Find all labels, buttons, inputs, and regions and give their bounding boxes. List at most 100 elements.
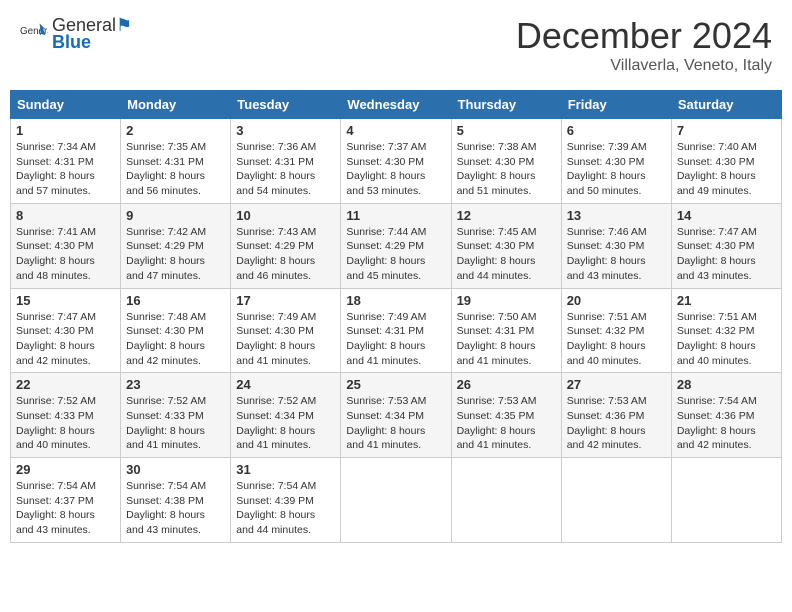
day-detail: Sunrise: 7:54 AMSunset: 4:37 PMDaylight:… <box>16 479 115 538</box>
column-header-sunday: Sunday <box>11 91 121 119</box>
calendar-week-row: 15 Sunrise: 7:47 AMSunset: 4:30 PMDayligh… <box>11 288 782 373</box>
day-number: 3 <box>236 123 335 138</box>
day-detail: Sunrise: 7:40 AMSunset: 4:30 PMDaylight:… <box>677 140 776 199</box>
calendar-day-cell: 30Sunrise: 7:54 AMSunset: 4:38 PMDayligh… <box>121 458 231 543</box>
page-header: General General ⚑ Blue December 2024 Vil… <box>10 10 782 80</box>
day-detail: Sunrise: 7:53 AMSunset: 4:35 PMDaylight:… <box>457 394 556 453</box>
day-number: 24 <box>236 377 335 392</box>
day-number: 5 <box>457 123 556 138</box>
calendar-day-cell: 17Sunrise: 7:49 AMSunset: 4:30 PMDayligh… <box>231 288 341 373</box>
column-header-friday: Friday <box>561 91 671 119</box>
day-number: 27 <box>567 377 666 392</box>
calendar-day-cell: 26Sunrise: 7:53 AMSunset: 4:35 PMDayligh… <box>451 373 561 458</box>
day-number: 28 <box>677 377 776 392</box>
calendar-day-cell: 31 Sunrise: 7:54 AMSunset: 4:39 PMDayligh… <box>231 458 341 543</box>
calendar-day-cell: 29 Sunrise: 7:54 AMSunset: 4:37 PMDayligh… <box>11 458 121 543</box>
column-header-monday: Monday <box>121 91 231 119</box>
day-number: 7 <box>677 123 776 138</box>
day-detail: Sunrise: 7:41 AMSunset: 4:30 PMDaylight:… <box>16 225 115 284</box>
day-detail: Sunrise: 7:46 AMSunset: 4:30 PMDaylight:… <box>567 225 666 284</box>
day-number: 31 <box>236 462 335 477</box>
day-detail: Sunrise: 7:51 AMSunset: 4:32 PMDaylight:… <box>567 310 666 369</box>
calendar-day-cell: 1 Sunrise: 7:34 AMSunset: 4:31 PMDaylight… <box>11 119 121 204</box>
calendar-day-cell: 21 Sunrise: 7:51 AMSunset: 4:32 PMDayligh… <box>671 288 781 373</box>
calendar-day-cell: 28 Sunrise: 7:54 AMSunset: 4:36 PMDayligh… <box>671 373 781 458</box>
calendar-day-cell <box>671 458 781 543</box>
day-number: 15 <box>16 293 115 308</box>
day-number: 14 <box>677 208 776 223</box>
calendar-week-row: 1 Sunrise: 7:34 AMSunset: 4:31 PMDaylight… <box>11 119 782 204</box>
day-number: 9 <box>126 208 225 223</box>
day-detail: Sunrise: 7:39 AMSunset: 4:30 PMDaylight:… <box>567 140 666 199</box>
day-detail: Sunrise: 7:51 AMSunset: 4:32 PMDaylight:… <box>677 310 776 369</box>
day-number: 29 <box>16 462 115 477</box>
calendar-day-cell: 18 Sunrise: 7:49 AMSunset: 4:31 PMDayligh… <box>341 288 451 373</box>
calendar-week-row: 8 Sunrise: 7:41 AMSunset: 4:30 PMDaylight… <box>11 203 782 288</box>
logo-flag-icon: ⚑ <box>116 15 132 36</box>
location-title: Villaverla, Veneto, Italy <box>516 57 772 75</box>
calendar-day-cell: 4Sunrise: 7:37 AMSunset: 4:30 PMDaylight… <box>341 119 451 204</box>
day-detail: Sunrise: 7:49 AMSunset: 4:31 PMDaylight:… <box>346 310 445 369</box>
day-number: 16 <box>126 293 225 308</box>
day-number: 19 <box>457 293 556 308</box>
column-header-tuesday: Tuesday <box>231 91 341 119</box>
day-detail: Sunrise: 7:34 AMSunset: 4:31 PMDaylight:… <box>16 140 115 199</box>
calendar-day-cell: 15 Sunrise: 7:47 AMSunset: 4:30 PMDayligh… <box>11 288 121 373</box>
calendar-day-cell: 2 Sunrise: 7:35 AMSunset: 4:31 PMDaylight… <box>121 119 231 204</box>
day-detail: Sunrise: 7:47 AMSunset: 4:30 PMDaylight:… <box>16 310 115 369</box>
calendar-header-row: SundayMondayTuesdayWednesdayThursdayFrid… <box>11 91 782 119</box>
day-detail: Sunrise: 7:37 AMSunset: 4:30 PMDaylight:… <box>346 140 445 199</box>
day-number: 22 <box>16 377 115 392</box>
day-number: 10 <box>236 208 335 223</box>
column-header-saturday: Saturday <box>671 91 781 119</box>
day-number: 8 <box>16 208 115 223</box>
calendar-day-cell: 22Sunrise: 7:52 AMSunset: 4:33 PMDayligh… <box>11 373 121 458</box>
day-detail: Sunrise: 7:48 AMSunset: 4:30 PMDaylight:… <box>126 310 225 369</box>
day-number: 23 <box>126 377 225 392</box>
day-detail: Sunrise: 7:54 AMSunset: 4:38 PMDaylight:… <box>126 479 225 538</box>
calendar-day-cell: 6 Sunrise: 7:39 AMSunset: 4:30 PMDaylight… <box>561 119 671 204</box>
day-number: 6 <box>567 123 666 138</box>
calendar-day-cell: 23 Sunrise: 7:52 AMSunset: 4:33 PMDayligh… <box>121 373 231 458</box>
day-detail: Sunrise: 7:54 AMSunset: 4:36 PMDaylight:… <box>677 394 776 453</box>
day-number: 18 <box>346 293 445 308</box>
calendar-day-cell: 27 Sunrise: 7:53 AMSunset: 4:36 PMDayligh… <box>561 373 671 458</box>
day-number: 13 <box>567 208 666 223</box>
calendar-day-cell: 11Sunrise: 7:44 AMSunset: 4:29 PMDayligh… <box>341 203 451 288</box>
calendar-day-cell: 3Sunrise: 7:36 AMSunset: 4:31 PMDaylight… <box>231 119 341 204</box>
day-detail: Sunrise: 7:43 AMSunset: 4:29 PMDaylight:… <box>236 225 335 284</box>
logo-icon: General <box>20 20 48 48</box>
day-number: 25 <box>346 377 445 392</box>
calendar-day-cell: 14Sunrise: 7:47 AMSunset: 4:30 PMDayligh… <box>671 203 781 288</box>
day-detail: Sunrise: 7:42 AMSunset: 4:29 PMDaylight:… <box>126 225 225 284</box>
day-number: 1 <box>16 123 115 138</box>
day-detail: Sunrise: 7:54 AMSunset: 4:39 PMDaylight:… <box>236 479 335 538</box>
calendar-day-cell: 12Sunrise: 7:45 AMSunset: 4:30 PMDayligh… <box>451 203 561 288</box>
calendar-day-cell: 24 Sunrise: 7:52 AMSunset: 4:34 PMDayligh… <box>231 373 341 458</box>
day-detail: Sunrise: 7:44 AMSunset: 4:29 PMDaylight:… <box>346 225 445 284</box>
calendar-week-row: 29 Sunrise: 7:54 AMSunset: 4:37 PMDayligh… <box>11 458 782 543</box>
logo: General General ⚑ Blue <box>20 15 132 53</box>
day-detail: Sunrise: 7:45 AMSunset: 4:30 PMDaylight:… <box>457 225 556 284</box>
day-detail: Sunrise: 7:53 AMSunset: 4:36 PMDaylight:… <box>567 394 666 453</box>
calendar-day-cell: 9 Sunrise: 7:42 AMSunset: 4:29 PMDaylight… <box>121 203 231 288</box>
day-number: 17 <box>236 293 335 308</box>
title-block: December 2024 Villaverla, Veneto, Italy <box>516 15 772 75</box>
calendar-day-cell: 10 Sunrise: 7:43 AMSunset: 4:29 PMDayligh… <box>231 203 341 288</box>
day-number: 2 <box>126 123 225 138</box>
calendar-day-cell: 5 Sunrise: 7:38 AMSunset: 4:30 PMDaylight… <box>451 119 561 204</box>
calendar-day-cell <box>561 458 671 543</box>
month-title: December 2024 <box>516 15 772 57</box>
calendar-day-cell <box>341 458 451 543</box>
calendar-day-cell: 25Sunrise: 7:53 AMSunset: 4:34 PMDayligh… <box>341 373 451 458</box>
calendar-day-cell: 8 Sunrise: 7:41 AMSunset: 4:30 PMDaylight… <box>11 203 121 288</box>
day-detail: Sunrise: 7:52 AMSunset: 4:33 PMDaylight:… <box>126 394 225 453</box>
day-detail: Sunrise: 7:38 AMSunset: 4:30 PMDaylight:… <box>457 140 556 199</box>
day-detail: Sunrise: 7:35 AMSunset: 4:31 PMDaylight:… <box>126 140 225 199</box>
calendar-day-cell: 16 Sunrise: 7:48 AMSunset: 4:30 PMDayligh… <box>121 288 231 373</box>
column-header-thursday: Thursday <box>451 91 561 119</box>
day-detail: Sunrise: 7:52 AMSunset: 4:34 PMDaylight:… <box>236 394 335 453</box>
calendar-day-cell: 13 Sunrise: 7:46 AMSunset: 4:30 PMDayligh… <box>561 203 671 288</box>
day-number: 21 <box>677 293 776 308</box>
calendar-day-cell: 20Sunrise: 7:51 AMSunset: 4:32 PMDayligh… <box>561 288 671 373</box>
